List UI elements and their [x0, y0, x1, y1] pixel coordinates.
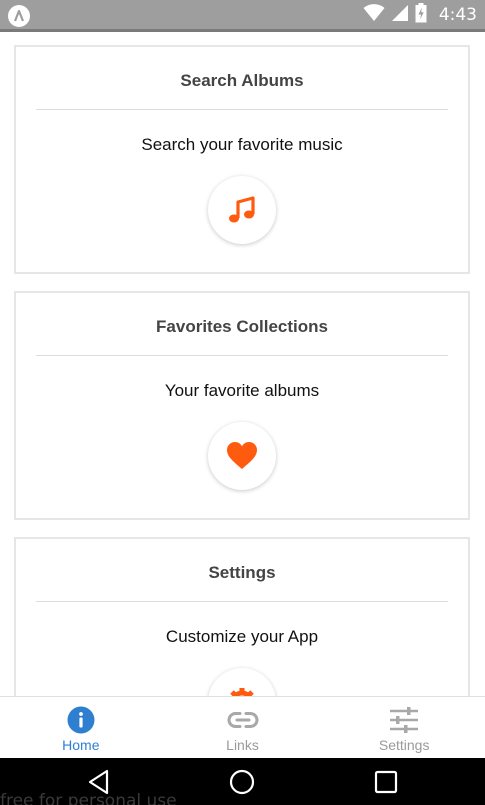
sliders-icon: [389, 706, 419, 734]
system-nav-bar: free for personal use: [0, 758, 485, 805]
tab-label: Home: [62, 737, 100, 753]
wifi-icon: [363, 3, 385, 27]
tab-label: Settings: [378, 737, 430, 753]
search-albums-button[interactable]: [208, 176, 276, 244]
app-notification-icon: [8, 5, 30, 27]
card-title: Settings: [208, 563, 276, 582]
card-title: Search Albums: [180, 71, 304, 90]
card-settings[interactable]: Settings Customize your App: [14, 537, 470, 696]
status-icons: 4:43: [363, 0, 477, 30]
heart-icon: [226, 441, 258, 471]
tab-label: Links: [226, 737, 259, 753]
status-time: 4:43: [438, 5, 477, 25]
recents-icon[interactable]: [373, 769, 399, 795]
battery-icon: [415, 2, 427, 28]
card-subtitle: Customize your App: [165, 627, 319, 646]
card-search-albums[interactable]: Search Albums Search your favorite music: [14, 45, 470, 274]
card-favorites-collections[interactable]: Favorites Collections Your favorite albu…: [14, 291, 470, 520]
card-subtitle: Your favorite albums: [164, 381, 320, 400]
card-title: Favorites Collections: [156, 317, 328, 336]
gear-icon: [227, 687, 257, 696]
favorites-button[interactable]: [208, 422, 276, 490]
tab-home[interactable]: Home: [0, 697, 162, 758]
watermark-text: free for personal use: [0, 791, 177, 805]
home-icon[interactable]: [229, 769, 255, 795]
status-bar: 4:43: [0, 0, 485, 32]
info-icon: [67, 706, 95, 734]
bottom-tab-bar: Home Links Settings: [0, 696, 485, 758]
tab-settings[interactable]: Settings: [323, 697, 485, 758]
music-note-icon: [227, 195, 257, 225]
card-divider: [36, 109, 448, 110]
card-subtitle: Search your favorite music: [141, 135, 343, 154]
main-content[interactable]: Search Albums Search your favorite music…: [0, 32, 485, 696]
signal-icon: [391, 4, 409, 27]
card-divider: [36, 601, 448, 602]
link-icon: [227, 706, 259, 734]
tab-links[interactable]: Links: [162, 697, 324, 758]
card-divider: [36, 355, 448, 356]
settings-card-button[interactable]: [208, 668, 276, 696]
